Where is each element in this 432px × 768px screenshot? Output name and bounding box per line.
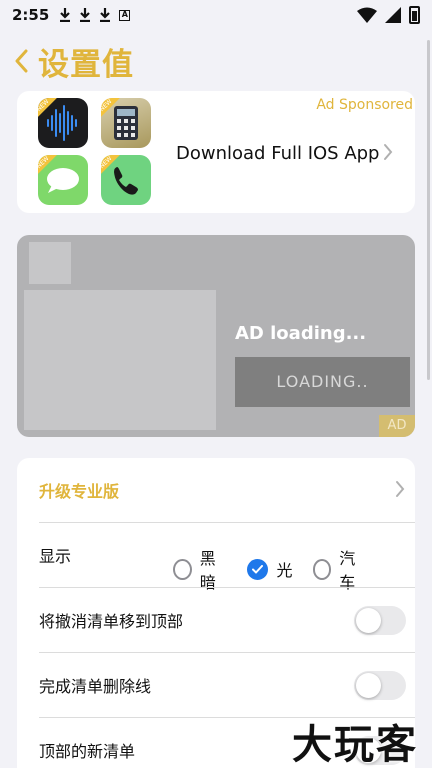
theme-option-light[interactable]: 光	[247, 557, 293, 581]
phone-icon: NEW	[101, 155, 151, 205]
a-box-icon: A	[119, 9, 131, 21]
upgrade-row[interactable]: 升级专业版	[39, 458, 405, 522]
ad-loading-text: AD loading...	[235, 323, 367, 344]
banner-ad[interactable]: AD loading... LOADING.. AD	[17, 235, 415, 437]
battery-icon	[409, 6, 420, 24]
radio-button[interactable]	[312, 558, 332, 580]
ad-image-placeholder-large	[24, 290, 216, 430]
new-list-top-label: 顶部的新清单	[39, 742, 136, 761]
ad-loading-button[interactable]: LOADING..	[235, 357, 410, 407]
ad-image-placeholder-small	[29, 242, 71, 284]
promo-ad-title[interactable]: Download Full IOS App	[176, 143, 379, 164]
status-bar: 2:55 A	[0, 0, 432, 30]
theme-option-label: 光	[276, 561, 293, 580]
voice-memos-icon: NEW	[38, 98, 88, 148]
chevron-right-icon	[395, 480, 405, 502]
wifi-icon	[357, 7, 377, 23]
download-icon	[100, 8, 111, 22]
move-unchecked-toggle[interactable]	[354, 606, 406, 635]
theme-option-label: 汽车	[339, 549, 356, 592]
theme-radio-group: 黑暗 光 汽车	[173, 545, 387, 593]
page-title: 设置值	[38, 46, 134, 83]
radio-button[interactable]	[173, 558, 192, 580]
download-icon	[80, 8, 91, 22]
display-label: 显示	[39, 547, 72, 566]
status-time: 2:55	[12, 6, 50, 24]
strikethrough-row: 完成清单删除线	[39, 653, 406, 717]
checkmark-icon	[252, 564, 264, 573]
messages-icon: NEW	[38, 155, 88, 205]
signal-icon	[385, 7, 401, 23]
chevron-right-icon	[383, 143, 393, 165]
display-row: 显示 黑暗 光 汽车	[39, 523, 387, 592]
download-icon	[60, 8, 71, 22]
strikethrough-toggle[interactable]	[354, 671, 406, 700]
theme-option-car[interactable]: 汽车	[312, 545, 367, 593]
ad-sponsored-label: Ad Sponsored	[316, 97, 413, 113]
strikethrough-label: 完成清单删除线	[39, 677, 152, 696]
promo-ad-card[interactable]: NEW NEW NEW NEW Download Full IOS App Ad…	[17, 91, 415, 213]
system-icons	[357, 6, 420, 24]
back-chevron-icon[interactable]	[14, 46, 32, 76]
notification-icons: A	[59, 8, 131, 22]
nav-bar: 设置值	[14, 40, 134, 83]
theme-option-dark[interactable]: 黑暗	[173, 545, 227, 593]
move-unchecked-row: 将撤消清单移到顶部	[39, 588, 406, 652]
move-unchecked-label: 将撤消清单移到顶部	[39, 612, 184, 631]
scroll-indicator[interactable]	[427, 40, 430, 380]
watermark: 大玩客	[292, 722, 418, 768]
ad-badge: AD	[379, 415, 415, 437]
calculator-icon: NEW	[101, 98, 151, 148]
upgrade-label: 升级专业版	[39, 482, 120, 501]
theme-option-label: 黑暗	[199, 549, 216, 592]
radio-button-checked[interactable]	[247, 558, 269, 580]
